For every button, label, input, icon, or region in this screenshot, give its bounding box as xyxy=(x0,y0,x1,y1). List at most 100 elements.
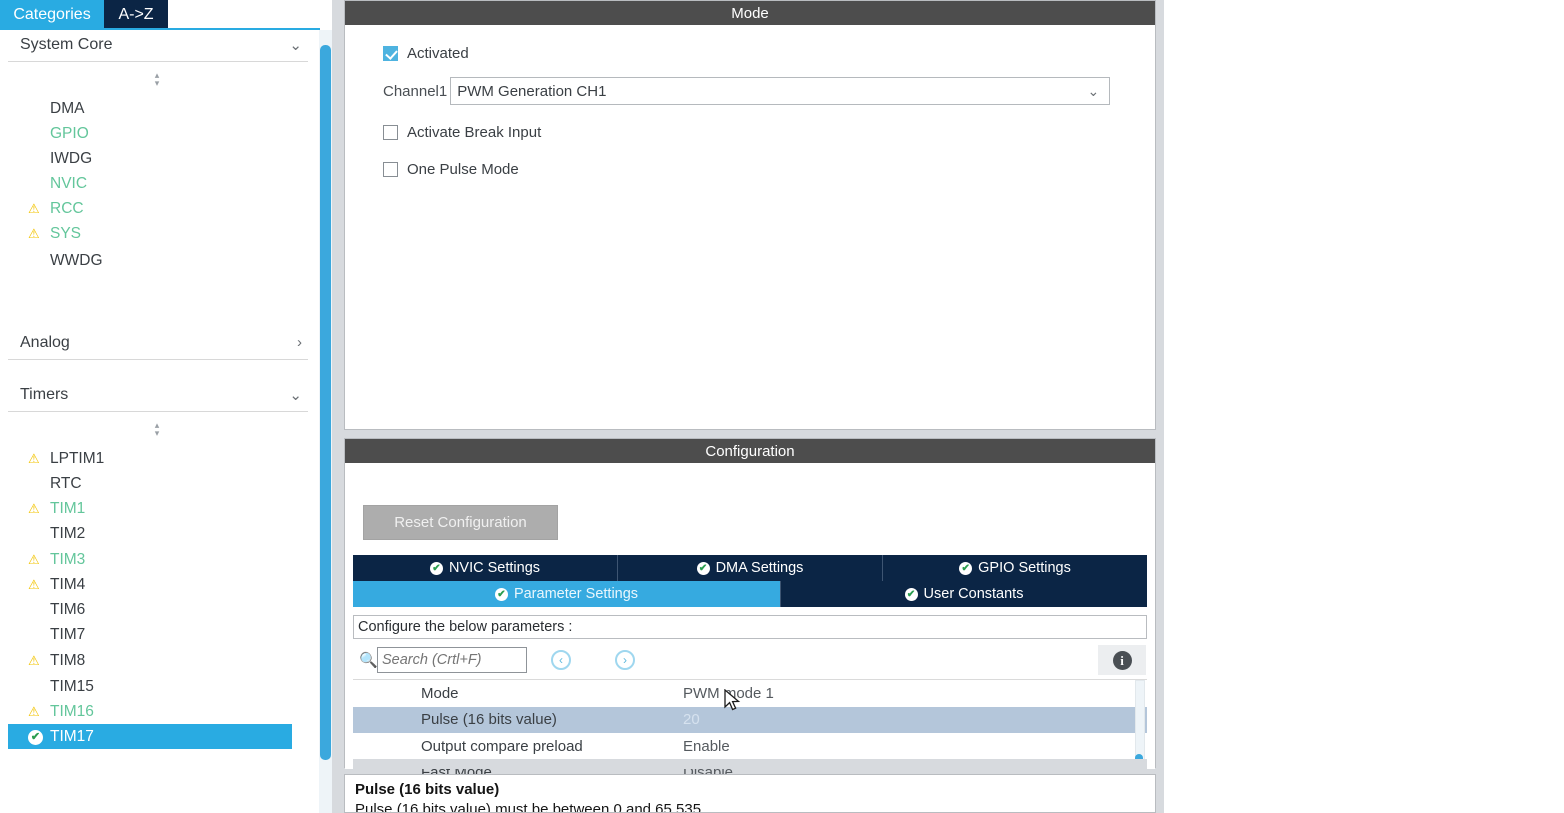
sidebar-item-label: NVIC xyxy=(50,174,88,192)
group-label-system-core: System Core xyxy=(20,35,113,53)
table-row[interactable]: Output compare preload Enable xyxy=(353,733,1147,760)
info-button[interactable]: i xyxy=(1098,645,1146,675)
scroll-spinner-timers[interactable]: ▴ ▾ xyxy=(148,421,166,439)
tab-dma-settings[interactable]: ✔ DMA Settings xyxy=(618,555,883,581)
group-header-timers[interactable]: Timers ⌄ xyxy=(8,378,308,412)
sidebar-item-label: RTC xyxy=(50,474,82,492)
app-window: Categories A->Z System Core ⌄ ▴ ▾ DMA GPI… xyxy=(0,0,1564,813)
sidebar-item-sys[interactable]: ⚠ SYS xyxy=(8,221,292,246)
sidebar-item-label: WWDG xyxy=(50,251,103,269)
description-title: Pulse (16 bits value) xyxy=(355,781,500,798)
tab-nvic-settings[interactable]: ✔ NVIC Settings xyxy=(353,555,618,581)
break-input-row[interactable]: Activate Break Input xyxy=(383,118,1155,146)
sidebar-item-rtc[interactable]: RTC xyxy=(8,471,292,496)
tab-a-to-z[interactable]: A->Z xyxy=(104,0,168,30)
tab-gpio-settings[interactable]: ✔ GPIO Settings xyxy=(883,555,1147,581)
sidebar-tabstrip: Categories A->Z xyxy=(0,0,320,30)
warning-icon: ⚠ xyxy=(28,201,40,216)
sidebar-item-tim4[interactable]: ⚠ TIM4 xyxy=(8,572,292,597)
mode-panel: Mode Activated Channel1 PWM Generation C… xyxy=(344,0,1156,430)
middle-right-gutter xyxy=(1156,0,1164,813)
search-icon: 🔍 xyxy=(359,652,378,669)
parameter-value[interactable]: 20 xyxy=(683,711,1147,728)
sidebar-item-tim17[interactable]: ✔ TIM17 xyxy=(8,724,292,749)
sidebar-item-rcc[interactable]: ⚠ RCC xyxy=(8,196,292,221)
activate-break-input-checkbox[interactable] xyxy=(383,124,398,140)
sidebar-item-tim3[interactable]: ⚠ TIM3 xyxy=(8,547,292,572)
chevron-down-icon: ⌄ xyxy=(289,36,302,54)
sidebar-item-nvic[interactable]: NVIC xyxy=(8,171,292,196)
warning-icon: ⚠ xyxy=(28,577,40,592)
parameter-toolbar: 🔍 ‹ › i xyxy=(353,643,1147,679)
parameter-value[interactable]: PWM mode 1 xyxy=(683,685,1147,702)
scroll-spinner-system-core[interactable]: ▴ ▾ xyxy=(148,71,166,89)
group-header-system-core[interactable]: System Core ⌄ xyxy=(8,28,308,62)
sidebar-item-tim2[interactable]: TIM2 xyxy=(8,521,292,546)
sidebar-item-tim7[interactable]: TIM7 xyxy=(8,622,292,647)
channel1-select[interactable]: PWM Generation CH1 ⌄ xyxy=(450,77,1111,105)
parameter-name: Mode xyxy=(421,684,459,702)
tab-label: NVIC Settings xyxy=(448,560,541,576)
sidebar-item-tim15[interactable]: TIM15 xyxy=(8,674,292,699)
next-match-button[interactable]: › xyxy=(615,650,635,670)
component-sidebar: Categories A->Z System Core ⌄ ▴ ▾ DMA GPI… xyxy=(0,0,332,813)
sidebar-scrollbar-thumb[interactable] xyxy=(320,45,331,760)
mode-panel-body: Activated Channel1 PWM Generation CH1 ⌄ … xyxy=(345,25,1155,429)
component-config-area: Mode Activated Channel1 PWM Generation C… xyxy=(340,0,1160,813)
channel1-row: Channel1 PWM Generation CH1 ⌄ xyxy=(383,76,1155,106)
sidebar-item-label: TIM7 xyxy=(50,625,86,643)
group-label-timers: Timers xyxy=(20,385,69,403)
sidebar-item-iwdg[interactable]: IWDG xyxy=(8,146,292,171)
table-row[interactable]: Pulse (16 bits value) 20 xyxy=(353,706,1147,733)
parameter-description-box: Pulse (16 bits value) Pulse (16 bits val… xyxy=(344,774,1156,813)
sidebar-item-label: TIM4 xyxy=(50,575,86,593)
one-pulse-row[interactable]: One Pulse Mode xyxy=(383,155,1155,183)
sidebar-item-label: LPTIM1 xyxy=(50,449,105,467)
parameter-value[interactable]: Enable xyxy=(683,738,1147,755)
tab-parameter-settings[interactable]: ✔ Parameter Settings xyxy=(353,581,781,607)
check-icon: ✔ xyxy=(494,587,508,601)
sidebar-item-label: TIM6 xyxy=(50,600,86,618)
configuration-panel: Configuration Reset Configuration ✔ NVIC… xyxy=(344,438,1156,781)
tab-user-constants[interactable]: ✔ User Constants xyxy=(781,581,1147,607)
reset-configuration-button[interactable]: Reset Configuration xyxy=(363,505,558,540)
warning-icon: ⚠ xyxy=(28,653,40,668)
activated-checkbox[interactable] xyxy=(383,45,398,61)
check-icon: ✔ xyxy=(696,561,710,575)
sidebar-item-tim16[interactable]: ⚠ TIM16 xyxy=(8,699,292,724)
one-pulse-mode-label: One Pulse Mode xyxy=(407,160,519,178)
parameter-name: Output compare preload xyxy=(421,737,583,755)
tab-label: User Constants xyxy=(923,586,1024,602)
parameter-table-bottom-bar xyxy=(353,759,1147,769)
sidebar-item-label: IWDG xyxy=(50,149,93,167)
warning-icon: ⚠ xyxy=(28,704,40,719)
search-input[interactable] xyxy=(377,647,527,673)
activated-row[interactable]: Activated xyxy=(383,39,1155,67)
group-label-analog: Analog xyxy=(20,333,70,351)
check-icon: ✔ xyxy=(429,561,443,575)
previous-match-button[interactable]: ‹ xyxy=(551,650,571,670)
sidebar-item-label: RCC xyxy=(50,199,84,217)
sidebar-item-wwdg[interactable]: WWDG xyxy=(8,248,292,273)
tab-label: DMA Settings xyxy=(715,560,804,576)
sidebar-item-tim6[interactable]: TIM6 xyxy=(8,597,292,622)
chevron-down-icon: ⌄ xyxy=(289,386,302,404)
tab-categories[interactable]: Categories xyxy=(0,0,104,30)
component-pinout-view[interactable]: ST VDD VSS PB9 PB8-B PB7 GPIO_Output GPI… xyxy=(1164,0,1564,813)
config-tabs-row-1: ✔ NVIC Settings ✔ DMA Settings ✔ GPIO Se… xyxy=(353,555,1147,581)
sidebar-item-label: TIM15 xyxy=(50,677,94,695)
description-text: Pulse (16 bits value) must be between 0 … xyxy=(355,801,702,813)
sidebar-item-label: TIM17 xyxy=(50,727,94,745)
sidebar-item-lptim1[interactable]: ⚠ LPTIM1 xyxy=(8,446,292,471)
config-tabs-row-2: ✔ Parameter Settings ✔ User Constants xyxy=(353,581,1147,607)
sidebar-item-dma[interactable]: DMA xyxy=(8,96,292,121)
configured-check-icon: ✔ xyxy=(28,728,50,745)
table-row[interactable]: Mode PWM mode 1 xyxy=(353,680,1147,707)
sidebar-item-tim1[interactable]: ⚠ TIM1 xyxy=(8,496,292,521)
group-header-analog[interactable]: Analog › xyxy=(8,326,308,360)
sidebar-item-tim8[interactable]: ⚠ TIM8 xyxy=(8,648,292,673)
sidebar-item-gpio[interactable]: GPIO xyxy=(8,121,292,146)
sidebar-item-label: TIM8 xyxy=(50,651,86,669)
one-pulse-mode-checkbox[interactable] xyxy=(383,161,398,177)
info-icon: i xyxy=(1112,650,1132,670)
